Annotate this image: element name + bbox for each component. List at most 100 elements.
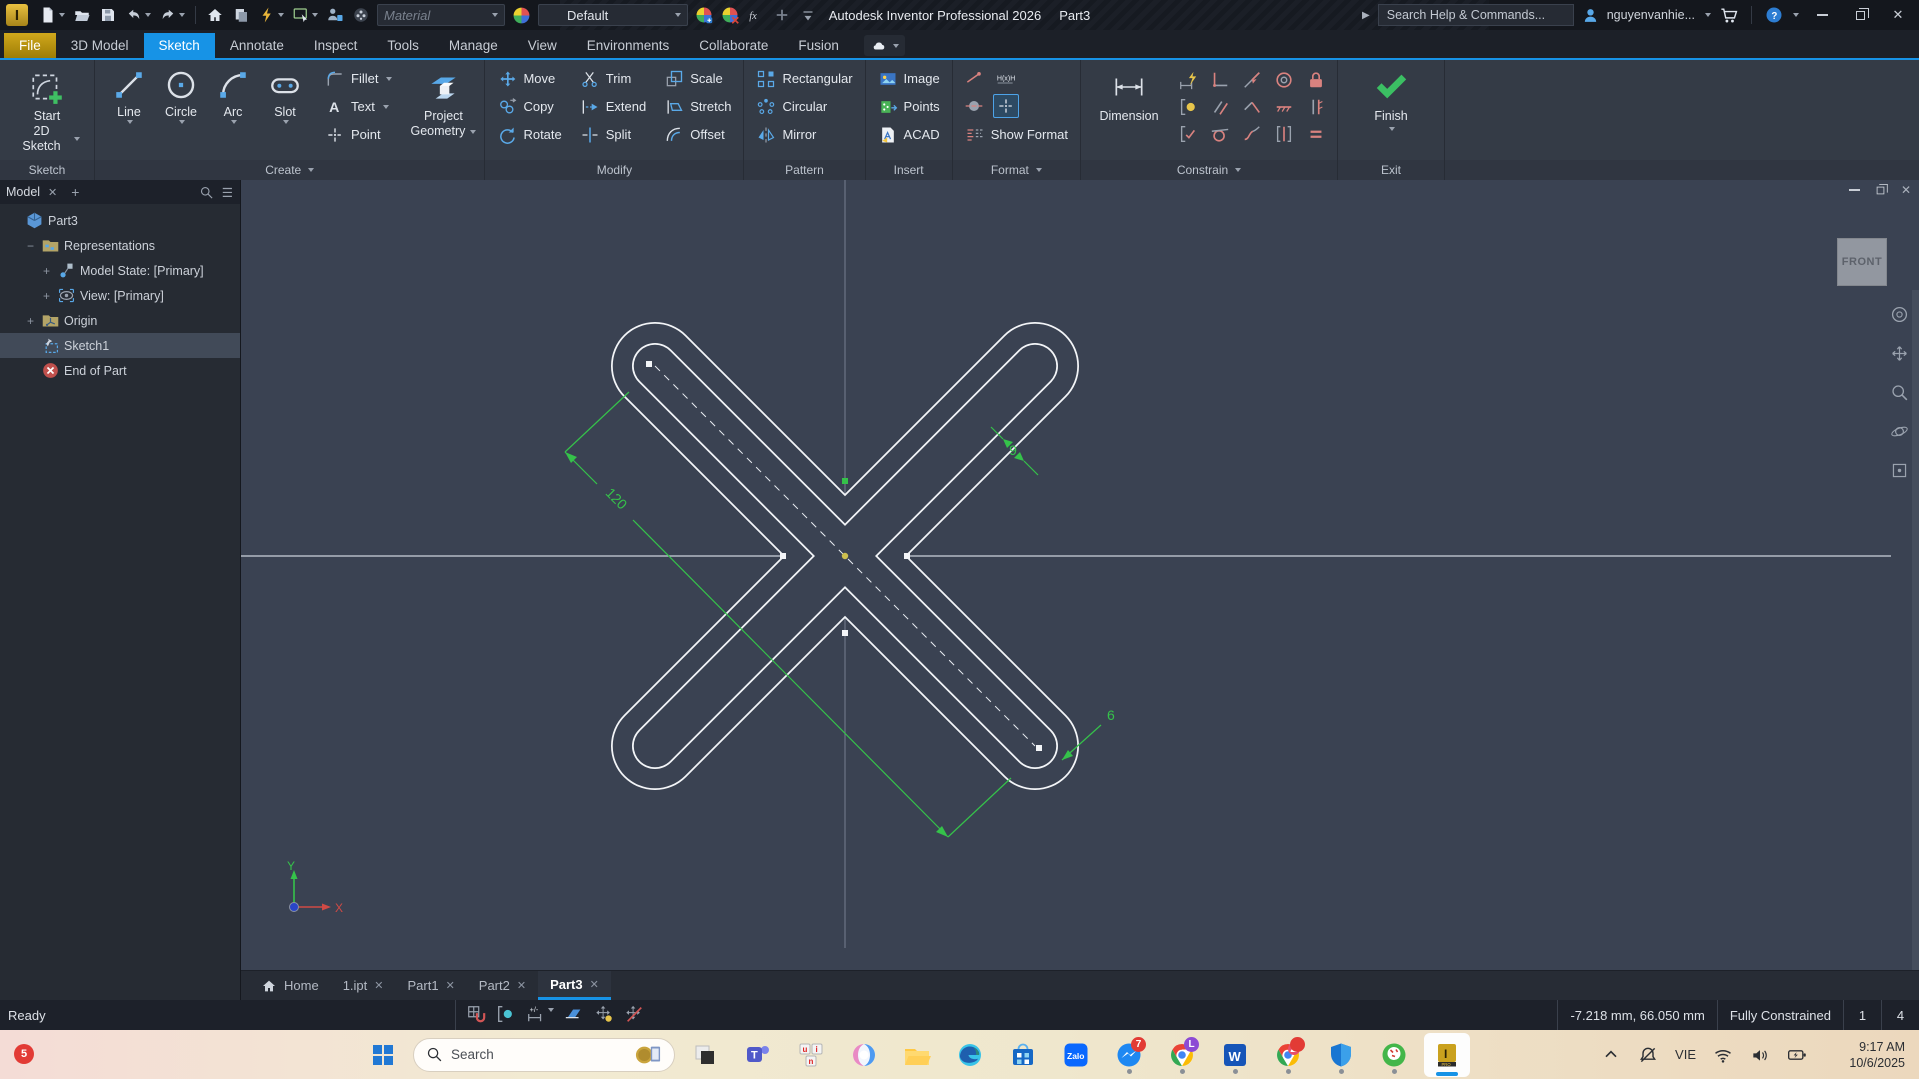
doc-restore-icon[interactable] [1877, 186, 1885, 194]
close-tab-icon[interactable]: ✕ [590, 978, 599, 991]
taskbar-icon-coccoc[interactable] [1371, 1035, 1417, 1075]
fmt-linestyle-button[interactable] [961, 66, 987, 90]
wifi-icon[interactable] [1713, 1045, 1733, 1065]
browser-tab-close-icon[interactable]: ✕ [48, 186, 57, 199]
panel-label-create[interactable]: Create [95, 160, 484, 180]
graphics-canvas[interactable]: 120 9 6 Y X [241, 180, 1919, 1000]
home-button[interactable] [203, 3, 227, 27]
offset-button[interactable]: Offset [660, 122, 735, 147]
taskbar-icon-teams[interactable]: T [735, 1035, 781, 1075]
trim-button[interactable]: Trim [576, 66, 650, 91]
rectangular-button[interactable]: Rectangular [752, 66, 856, 91]
con-symmetric-button[interactable] [1271, 122, 1297, 146]
taskbar-icon-word[interactable]: W [1212, 1035, 1258, 1075]
search-icon[interactable] [199, 185, 214, 200]
film-wheel-button[interactable] [349, 3, 373, 27]
color-wheel-clear-button[interactable] [718, 3, 742, 27]
viewcube[interactable]: FRONT [1837, 238, 1887, 286]
con-show-button[interactable] [1175, 95, 1201, 119]
acad-button[interactable]: ACAD [874, 122, 944, 147]
con-tangent-button[interactable] [1207, 122, 1233, 146]
st-dimdisplay-button[interactable]: +/- [526, 1004, 554, 1027]
doc-close-icon[interactable]: ✕ [1901, 183, 1911, 197]
document-tab-part1[interactable]: Part1✕ [395, 971, 466, 1000]
tree-item-sketch1[interactable]: Sketch1 [0, 333, 240, 358]
con-perpendicular-button[interactable] [1207, 68, 1233, 92]
panel-label-sketch[interactable]: Sketch [0, 160, 94, 180]
con-smooth-button[interactable] [1239, 122, 1265, 146]
fillet-button[interactable]: Fillet [321, 66, 396, 91]
language-indicator[interactable]: VIE [1675, 1047, 1696, 1062]
ribbon-tab-environments[interactable]: Environments [572, 33, 685, 58]
circular-button[interactable]: Circular [752, 94, 856, 119]
st-infer-button[interactable] [496, 1004, 516, 1027]
taskbar-icon-copilot[interactable] [841, 1035, 887, 1075]
con-autodim-button[interactable] [1175, 68, 1201, 92]
add-plus-button[interactable] [770, 3, 794, 27]
ribbon-tab-file[interactable]: File [4, 33, 56, 58]
arc-button[interactable]: Arc [207, 66, 259, 124]
ribbon-tab-sketch[interactable]: Sketch [144, 33, 215, 58]
move-button[interactable]: Move [493, 66, 565, 91]
dimension-button[interactable]: Dimension [1093, 66, 1165, 124]
coincident-marker[interactable] [842, 478, 848, 484]
taskbar-search[interactable]: Search [413, 1038, 675, 1072]
points-button[interactable]: Points [874, 94, 944, 119]
finish-sketch-button[interactable]: Finish [1358, 66, 1424, 131]
tree-item-model-state-primary-[interactable]: +Model State: [Primary] [0, 258, 240, 283]
tray-expand-icon[interactable] [1601, 1045, 1621, 1065]
split-button[interactable]: Split [576, 122, 650, 147]
person-box-button[interactable] [323, 3, 347, 27]
ribbon-tab-annotate[interactable]: Annotate [215, 33, 299, 58]
circle-button[interactable]: Circle [155, 66, 207, 124]
con-ground-button[interactable] [1271, 95, 1297, 119]
undo-button[interactable] [122, 3, 154, 27]
appearance-dropdown[interactable]: Default [538, 4, 688, 26]
panel-label-modify[interactable]: Modify [485, 160, 743, 180]
battery-icon[interactable] [1787, 1045, 1807, 1065]
doc-minimize-icon[interactable] [1849, 189, 1860, 191]
st-slice-button[interactable] [564, 1004, 584, 1027]
slot-button[interactable]: Slot [259, 66, 311, 124]
panel-label-insert[interactable]: Insert [866, 160, 952, 180]
browser-add-tab-icon[interactable]: + [71, 184, 79, 200]
browser-menu-icon[interactable]: ☰ [222, 185, 234, 200]
fmt-centerline-button[interactable] [961, 94, 987, 118]
save-button[interactable] [96, 3, 120, 27]
taskbar-icon-explorer[interactable] [894, 1035, 940, 1075]
document-tab-home[interactable]: Home [249, 971, 331, 1000]
panel-label-pattern[interactable]: Pattern [744, 160, 864, 180]
st-relax-button[interactable] [624, 1004, 644, 1027]
taskbar-icon-unikey[interactable]: uin [788, 1035, 834, 1075]
ribbon-tab-3d-model[interactable]: 3D Model [56, 33, 144, 58]
dimension-offset[interactable]: 9 [1009, 442, 1017, 458]
st-snap-button[interactable] [466, 1004, 486, 1027]
extend-button[interactable]: Extend [576, 94, 650, 119]
minus-expander-icon[interactable]: − [24, 239, 37, 253]
ribbon-tab-fusion[interactable]: Fusion [783, 33, 854, 58]
taskbar-icon-zalo[interactable]: Zalo [1053, 1035, 1099, 1075]
maximize-button[interactable] [1845, 2, 1875, 28]
color-wheel-icon[interactable] [509, 3, 534, 27]
taskbar-icon-chrome-r[interactable] [1265, 1035, 1311, 1075]
color-wheel-add-button[interactable] [692, 3, 716, 27]
user-icon[interactable] [1582, 7, 1599, 24]
panel-label-format[interactable]: Format [953, 160, 1080, 180]
nav-wheel-button[interactable] [1890, 305, 1909, 329]
plus-expander-icon[interactable]: + [24, 314, 37, 328]
user-name[interactable]: nguyenvanhie... [1607, 8, 1695, 22]
taskbar-icon-inventor[interactable]: IPRO [1424, 1033, 1470, 1077]
tree-item-origin[interactable]: +Origin [0, 308, 240, 333]
chevron-down-icon[interactable] [1705, 13, 1711, 17]
tree-item-part3[interactable]: Part3 [0, 208, 240, 233]
copy-button[interactable]: Copy [493, 94, 565, 119]
panel-label-constrain[interactable]: Constrain [1081, 160, 1337, 180]
nav-pan-button[interactable] [1890, 344, 1909, 368]
material-dropdown[interactable]: Material [377, 4, 505, 26]
ribbon-tab-view[interactable]: View [513, 33, 572, 58]
con-coincident-button[interactable] [1239, 68, 1265, 92]
document-tab-part3[interactable]: Part3✕ [538, 971, 611, 1000]
con-settings-button[interactable] [1175, 122, 1201, 146]
con-vertical-button[interactable] [1303, 95, 1329, 119]
document-tab-part2[interactable]: Part2✕ [467, 971, 538, 1000]
